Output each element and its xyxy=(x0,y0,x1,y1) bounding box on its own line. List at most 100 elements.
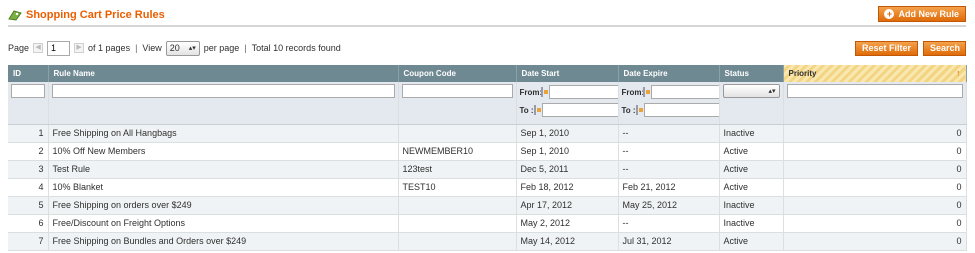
filter-id-input[interactable] xyxy=(11,84,45,98)
cell-date-expire: Jul 31, 2012 xyxy=(618,232,720,251)
priority-header-label: Priority xyxy=(788,69,817,78)
page-header: Shopping Cart Price Rules + Add New Rule xyxy=(8,6,966,26)
per-page-value: 20 xyxy=(169,43,180,53)
reset-filter-button[interactable]: Reset Filter xyxy=(855,41,919,56)
cell-status: Active xyxy=(719,232,784,251)
calendar-icon[interactable] xyxy=(642,87,650,97)
cell-date-expire: -- xyxy=(618,124,720,143)
cell-rule-name: 10% Off New Members xyxy=(48,142,399,161)
add-new-rule-button[interactable]: + Add New Rule xyxy=(878,6,966,22)
calendar-icon[interactable] xyxy=(540,87,548,97)
search-button[interactable]: Search xyxy=(923,41,966,56)
select-arrows-icon: ▴▾ xyxy=(188,45,196,52)
date-expire-from-label: From: xyxy=(621,87,645,97)
cell-rule-name: Test Rule xyxy=(48,160,399,179)
view-label: View xyxy=(142,43,162,53)
cell-rule-name: Free Shipping on Bundles and Orders over… xyxy=(48,232,399,251)
cell-status: Active xyxy=(719,178,784,197)
column-header-date-start[interactable]: Date Start xyxy=(516,65,619,82)
calendar-icon[interactable] xyxy=(635,105,643,115)
cell-date-start: Apr 17, 2012 xyxy=(516,196,619,215)
page-label: Page xyxy=(8,43,30,53)
cell-date-expire: -- xyxy=(618,214,720,233)
plus-circle-icon: + xyxy=(884,9,895,19)
filter-priority-input[interactable] xyxy=(786,84,963,98)
cell-date-start: May 2, 2012 xyxy=(516,214,619,233)
cell-priority: 0 xyxy=(783,214,967,233)
cell-date-expire: -- xyxy=(618,160,720,179)
date-start-to-label: To : xyxy=(519,105,534,115)
per-page-select[interactable]: 20 ▴▾ xyxy=(165,40,200,56)
cell-coupon-code xyxy=(398,232,517,251)
filter-date-start-to-input[interactable] xyxy=(541,103,617,117)
cell-coupon-code: TEST10 xyxy=(398,178,517,197)
table-row[interactable]: 1 Free Shipping on All Hangbags Sep 1, 201… xyxy=(8,124,967,143)
cell-coupon-code xyxy=(398,196,517,215)
cell-status: Active xyxy=(719,142,784,161)
table-row[interactable]: 7 Free Shipping on Bundles and Orders ove… xyxy=(8,232,967,251)
table-row[interactable]: 2 10% Off New Members NEWMEMBER10 Sep 1, 20… xyxy=(8,142,967,161)
cell-priority: 0 xyxy=(783,160,967,179)
cell-status: Inactive xyxy=(719,214,784,233)
header-divider xyxy=(8,25,966,27)
grid-headings: ID Rule Name Coupon Code Date Start Date… xyxy=(8,65,967,82)
filter-date-start-from-input[interactable] xyxy=(548,85,617,99)
grid-body: 1 Free Shipping on All Hangbags Sep 1, 201… xyxy=(8,124,967,251)
column-header-date-expire[interactable]: Date Expire xyxy=(618,65,720,82)
cell-id: 2 xyxy=(8,142,49,161)
table-row[interactable]: 5 Free Shipping on orders over $249 Apr 17… xyxy=(8,196,967,215)
page-title: Shopping Cart Price Rules xyxy=(26,9,165,21)
prev-page-icon[interactable]: ◀ xyxy=(33,43,44,53)
page-number-input[interactable] xyxy=(47,40,71,56)
pager: Page ◀ ▶ of 1 pages | View 20 ▴▾ per pag… xyxy=(8,40,341,56)
column-header-status[interactable]: Status xyxy=(719,65,784,82)
filter-date-expire-from-input[interactable] xyxy=(650,85,718,99)
date-expire-to-label: To : xyxy=(621,105,636,115)
total-records: Total 10 records found xyxy=(251,43,341,53)
cell-id: 3 xyxy=(8,160,49,179)
cell-rule-name: Free/Discount on Freight Options xyxy=(48,214,399,233)
cell-date-start: May 14, 2012 xyxy=(516,232,619,251)
rules-grid: ID Rule Name Coupon Code Date Start Date… xyxy=(8,65,967,251)
table-row[interactable]: 6 Free/Discount on Freight Options May 2, … xyxy=(8,214,967,233)
cell-rule-name: Free Shipping on orders over $249 xyxy=(48,196,399,215)
filter-status-select[interactable]: ▴▾ xyxy=(722,84,780,98)
column-header-rule-name[interactable]: Rule Name xyxy=(48,65,399,82)
filter-date-expire-to-input[interactable] xyxy=(643,103,718,117)
cell-id: 7 xyxy=(8,232,49,251)
column-header-priority[interactable]: Priority ↑ xyxy=(783,65,967,82)
cell-priority: 0 xyxy=(783,124,967,143)
cell-priority: 0 xyxy=(783,142,967,161)
cell-date-start: Sep 1, 2010 xyxy=(516,124,619,143)
cell-priority: 0 xyxy=(783,196,967,215)
pager-separator: | xyxy=(135,43,138,53)
cell-date-expire: Feb 21, 2012 xyxy=(618,178,720,197)
filter-coupon-code-input[interactable] xyxy=(401,84,513,98)
filter-rule-name-input[interactable] xyxy=(51,84,395,98)
sort-arrow-up-icon: ↑ xyxy=(956,68,961,78)
column-header-id[interactable]: ID xyxy=(8,65,49,82)
of-pages-text: of 1 pages xyxy=(88,43,131,53)
column-header-coupon-code[interactable]: Coupon Code xyxy=(398,65,517,82)
calendar-icon[interactable] xyxy=(533,105,541,115)
cell-id: 4 xyxy=(8,178,49,197)
add-new-rule-label: Add New Rule xyxy=(898,9,959,19)
cell-priority: 0 xyxy=(783,178,967,197)
cell-coupon-code xyxy=(398,214,517,233)
table-row[interactable]: 3 Test Rule 123test Dec 5, 2011 -- Active 0 xyxy=(8,160,967,179)
cell-date-expire: May 25, 2012 xyxy=(618,196,720,215)
cell-id: 6 xyxy=(8,214,49,233)
date-start-from-label: From: xyxy=(519,87,543,97)
cell-priority: 0 xyxy=(783,232,967,251)
table-row[interactable]: 4 10% Blanket TEST10 Feb 18, 2012 Feb 21, 20… xyxy=(8,178,967,197)
cell-coupon-code: NEWMEMBER10 xyxy=(398,142,517,161)
select-arrows-icon: ▴▾ xyxy=(768,88,776,95)
cell-status: Inactive xyxy=(719,196,784,215)
cell-date-start: Feb 18, 2012 xyxy=(516,178,619,197)
pager-separator: | xyxy=(244,43,247,53)
next-page-icon[interactable]: ▶ xyxy=(74,43,85,53)
cell-status: Inactive xyxy=(719,124,784,143)
cell-rule-name: 10% Blanket xyxy=(48,178,399,197)
cell-date-start: Sep 1, 2010 xyxy=(516,142,619,161)
cell-date-start: Dec 5, 2011 xyxy=(516,160,619,179)
